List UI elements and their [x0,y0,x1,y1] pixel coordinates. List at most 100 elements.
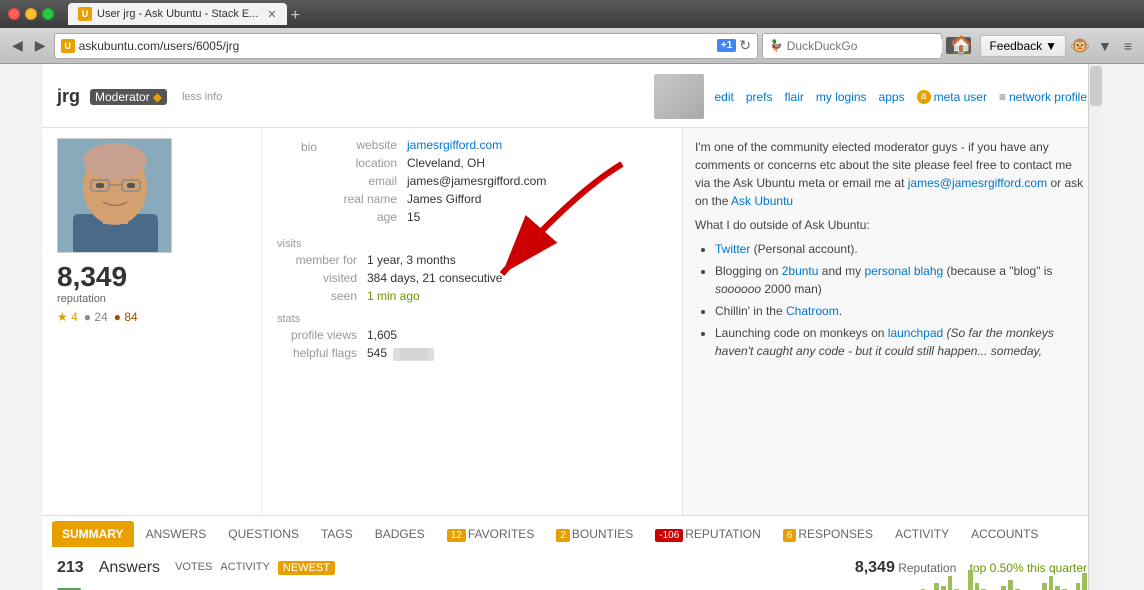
personal-blahg-link[interactable]: personal blahg [864,264,943,278]
about-item-twitter: Twitter (Personal account). [715,240,1090,258]
moderator-badge: Moderator ◆ [90,89,167,105]
chart-bar [934,583,939,590]
silver-icon: ● [84,310,91,324]
active-tab[interactable]: U User jrg - Ask Ubuntu - Stack E... ✕ [68,3,287,25]
avatar-large [57,138,172,253]
location-label: location [327,156,397,170]
member-for-label: member for [277,253,357,267]
tab-questions[interactable]: QUESTIONS [218,521,309,547]
tab-favorites[interactable]: 12FAVORITES [437,521,545,547]
feedback-label: Feedback [989,39,1042,53]
profile-header: jrg Moderator ◆ less info edit prefs fla… [42,64,1102,128]
page-scrollbar[interactable] [1088,64,1102,590]
email-label: email [327,174,397,188]
back-button[interactable]: ◀ [8,35,27,56]
bio-row-location: location Cleveland, OH [327,156,546,170]
home-button[interactable]: 🏠 [950,35,972,56]
reputation-chart [887,565,1087,590]
flair-link[interactable]: flair [785,90,804,104]
header-avatar-small [654,74,704,119]
meta-user-label: meta user [934,90,987,104]
visited-row: visited 384 days, 21 consecutive [277,271,667,285]
minimize-button[interactable] [25,8,37,20]
settings-button[interactable]: ≡ [1120,36,1136,56]
titlebar: U User jrg - Ask Ubuntu - Stack E... ✕ + [0,0,1144,28]
feedback-button[interactable]: Feedback ▼ [980,35,1066,57]
chatroom-link[interactable]: Chatroom [786,304,839,318]
page-scrollbar-thumb [1090,66,1102,106]
realname-label: real name [327,192,397,206]
tab-close-button[interactable]: ✕ [267,8,276,21]
reputation-label: reputation [57,293,246,305]
visited-value: 384 days, 21 consecutive [367,271,502,285]
bio-section: bio website jamesrgifford.com location C… [277,138,667,228]
website-link[interactable]: jamesrgifford.com [407,138,502,152]
tab-summary[interactable]: SUMMARY [52,521,134,547]
tab-area: U User jrg - Ask Ubuntu - Stack E... ✕ + [68,3,1136,25]
close-button[interactable] [8,8,20,20]
helpful-flags-label: helpful flags [277,346,357,360]
launchpad-link[interactable]: launchpad [888,326,943,340]
tab-accounts[interactable]: ACCOUNTS [961,521,1048,547]
about-paragraph-1: I'm one of the community elected moderat… [695,138,1090,210]
profile-main: 8,349 reputation ★ 4 ● 24 ● 84 [42,128,1102,515]
bio-row-email: email james@jamesrgifford.com [327,174,546,188]
silver-count: 24 [94,310,107,324]
tab-favicon: U [78,7,92,21]
dropdown-icon: ▼ [1045,39,1057,53]
answers-title: Answers [99,559,160,577]
tab-badges[interactable]: BADGES [365,521,435,547]
chart-bar [1076,583,1081,590]
ddg-icon: 🦆 [769,39,783,52]
chart-bar [968,570,973,590]
prefs-link[interactable]: prefs [746,90,773,104]
stats-label: stats [277,313,667,325]
meta-user-link[interactable]: a meta user [917,90,987,104]
tab-activity[interactable]: ACTIVITY [885,521,959,547]
edit-link[interactable]: edit [714,90,733,104]
menu-button[interactable]: ▼ [1094,36,1116,56]
my-logins-link[interactable]: my logins [816,90,867,104]
avatar-svg [58,139,172,253]
network-profile-link[interactable]: ≡ network profile [999,90,1087,104]
window-controls[interactable] [8,8,54,20]
less-info-link[interactable]: less info [182,91,222,103]
tab-reputation[interactable]: -106REPUTATION [645,521,771,547]
newest-tab[interactable]: NEWEST [278,561,335,575]
apps-link[interactable]: apps [879,90,905,104]
silver-badge: ● 24 [84,310,108,324]
bronze-icon: ● [114,310,121,324]
search-bar: 🦆 🔍 [762,33,942,59]
search-input[interactable] [787,39,942,53]
ask-ubuntu-link[interactable]: Ask Ubuntu [731,194,793,208]
website-value: jamesrgifford.com [407,138,502,152]
activity-subtab[interactable]: ACTIVITY [220,561,270,575]
2buntu-link[interactable]: 2buntu [782,264,819,278]
tab-responses[interactable]: 6RESPONSES [773,521,883,547]
google-plus-button[interactable]: +1 [717,39,736,52]
about-email-link[interactable]: james@jamesrgifford.com [908,176,1047,190]
diamond-icon: ◆ [153,90,162,104]
location-value: Cleveland, OH [407,156,485,170]
new-tab-button[interactable]: + [291,7,300,25]
chart-bar [941,586,946,590]
twitter-link[interactable]: Twitter [715,242,750,256]
about-paragraph-2: What I do outside of Ask Ubuntu: [695,216,1090,234]
tab-tags[interactable]: TAGS [311,521,363,547]
tab-title: User jrg - Ask Ubuntu - Stack E... [97,8,258,20]
bio-row-realname: real name James Gifford [327,192,546,206]
votes-tab[interactable]: VOTES [175,561,212,575]
chart-bar [975,583,980,590]
url-input[interactable] [79,39,713,53]
gold-count: 4 [71,310,78,324]
refresh-button[interactable]: ↻ [739,37,751,54]
tab-bounties[interactable]: 2BOUNTIES [546,521,643,547]
tab-answers[interactable]: ANSWERS [136,521,217,547]
visits-section: visits member for 1 year, 3 months visit… [277,238,667,303]
bio-table: website jamesrgifford.com location Cleve… [327,138,546,228]
forward-button[interactable]: ▶ [31,35,50,56]
about-item-chat: Chillin' in the Chatroom. [715,302,1090,320]
maximize-button[interactable] [42,8,54,20]
website-label: website [327,138,397,152]
profile-views-label: profile views [277,328,357,342]
